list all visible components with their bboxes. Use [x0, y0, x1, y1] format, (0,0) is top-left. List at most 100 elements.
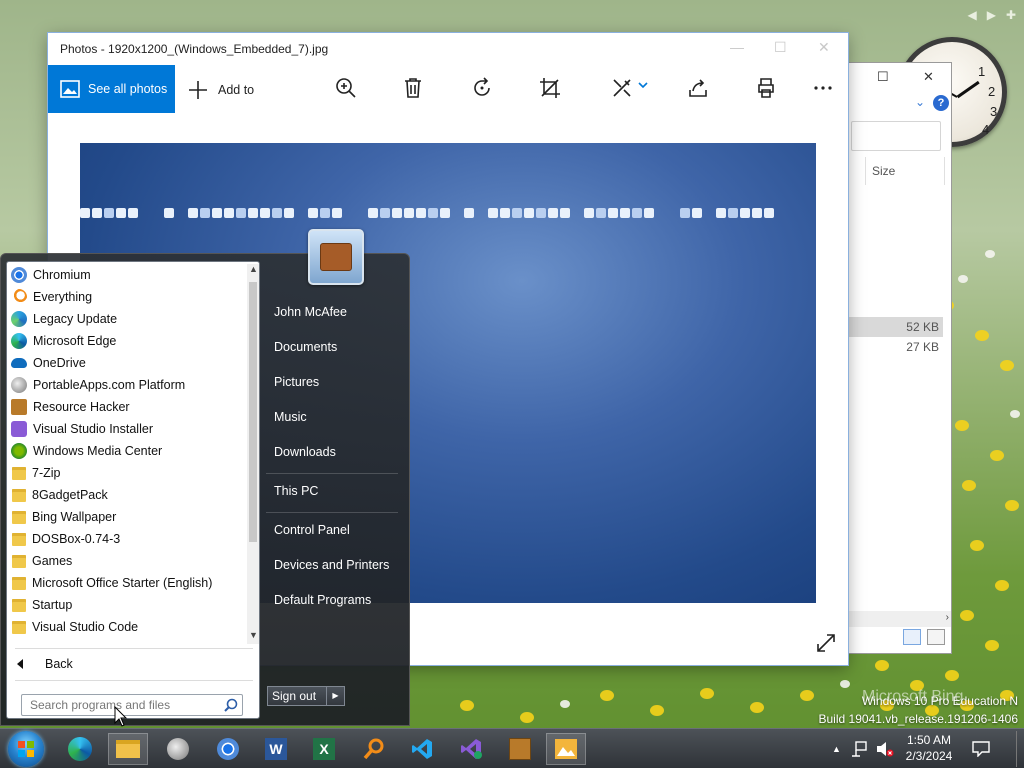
control-panel-link[interactable]: Control Panel — [266, 515, 398, 550]
taskbar-edge[interactable] — [60, 733, 100, 765]
explorer-search-input[interactable] — [851, 121, 941, 151]
more-options-icon[interactable] — [813, 85, 833, 91]
show-desktop-button[interactable] — [1016, 731, 1024, 767]
gadget-prev-icon[interactable]: ◀ — [967, 8, 976, 22]
devices-printers-link[interactable]: Devices and Printers — [266, 550, 398, 585]
close-icon[interactable]: ✕ — [818, 39, 830, 56]
program-item[interactable]: Games — [7, 550, 245, 572]
default-programs-link[interactable]: Default Programs — [266, 585, 398, 620]
vscode-icon — [412, 739, 432, 759]
taskbar: W X ▲ 1:50 AM 2/3/2024 — [0, 728, 1024, 768]
program-item[interactable]: Bing Wallpaper — [7, 506, 245, 528]
taskbar-excel[interactable]: X — [304, 733, 344, 765]
this-pc-link[interactable]: This PC — [266, 476, 398, 511]
downloads-link[interactable]: Downloads — [266, 437, 398, 472]
taskbar-vs-installer[interactable] — [452, 733, 492, 765]
gadget-next-icon[interactable]: ▶ — [987, 8, 996, 22]
file-row[interactable]: 27 KB — [847, 337, 943, 357]
program-item[interactable]: Resource Hacker — [7, 396, 245, 418]
program-item[interactable]: Microsoft Office Starter (English) — [7, 572, 245, 594]
program-item[interactable]: Legacy Update — [7, 308, 245, 330]
show-hidden-icons[interactable]: ▲ — [832, 729, 841, 768]
search-icon[interactable] — [224, 698, 238, 712]
shutdown-options-icon[interactable]: ▶ — [327, 686, 345, 706]
start-button[interactable] — [8, 731, 44, 767]
taskbar-resource-hacker[interactable] — [500, 733, 540, 765]
clock-time: 1:50 AM — [906, 733, 952, 747]
column-header-size[interactable]: Size — [865, 157, 945, 185]
add-to-button[interactable]: Add to — [188, 80, 254, 100]
chevron-down-icon[interactable] — [638, 81, 648, 89]
user-name-link[interactable]: John McAfee — [266, 297, 398, 332]
sign-out-button[interactable]: Sign out — [267, 686, 327, 706]
edit-create-icon[interactable] — [611, 77, 633, 99]
volume-icon[interactable] — [876, 729, 894, 768]
taskbar-portableapps[interactable] — [158, 733, 198, 765]
program-label: Chromium — [33, 268, 91, 282]
crop-icon[interactable] — [539, 77, 561, 99]
program-label: DOSBox-0.74-3 — [32, 532, 121, 546]
delete-icon[interactable] — [403, 77, 423, 99]
scroll-up-icon[interactable]: ▲ — [249, 264, 258, 274]
maximize-icon[interactable]: ☐ — [877, 69, 889, 85]
program-item[interactable]: Visual Studio Installer — [7, 418, 245, 440]
everything-icon — [11, 289, 27, 305]
program-label: Bing Wallpaper — [32, 510, 117, 524]
see-all-photos-button[interactable]: See all photos — [48, 65, 175, 113]
program-item[interactable]: Startup — [7, 594, 245, 616]
notifications-icon[interactable] — [972, 729, 990, 768]
portableapps-icon — [11, 377, 27, 393]
print-icon[interactable] — [755, 77, 777, 99]
program-label: Microsoft Office Starter (English) — [32, 576, 213, 590]
program-item[interactable]: Chromium — [7, 264, 245, 286]
back-button[interactable]: Back — [17, 657, 73, 671]
excel-icon: X — [313, 738, 335, 760]
file-row[interactable]: 52 KB — [847, 317, 943, 337]
program-item[interactable]: DOSBox-0.74-3 — [7, 528, 245, 550]
taskbar-file-explorer[interactable] — [108, 733, 148, 765]
share-icon[interactable] — [687, 77, 709, 99]
maximize-icon[interactable]: ☐ — [774, 39, 787, 56]
chevron-down-icon[interactable]: ⌄ — [915, 95, 925, 109]
program-item[interactable]: Microsoft Edge — [7, 330, 245, 352]
rotate-icon[interactable] — [471, 77, 493, 99]
taskbar-vscode[interactable] — [402, 733, 442, 765]
user-avatar[interactable] — [308, 229, 364, 285]
program-item[interactable]: Everything — [7, 286, 245, 308]
program-item[interactable]: 8GadgetPack — [7, 484, 245, 506]
program-list-scrollbar[interactable]: ▲ ▼ — [247, 264, 259, 644]
large-icons-view-icon[interactable] — [927, 629, 945, 645]
taskbar-everything[interactable] — [354, 733, 394, 765]
chromium-icon — [11, 267, 27, 283]
photos-icon — [555, 739, 577, 759]
program-item[interactable]: PortableApps.com Platform — [7, 374, 245, 396]
music-link[interactable]: Music — [266, 402, 398, 437]
folder-icon — [12, 466, 26, 480]
horizontal-scrollbar[interactable]: › — [847, 611, 951, 627]
minimize-icon[interactable]: — — [730, 39, 744, 55]
documents-link[interactable]: Documents — [266, 332, 398, 367]
help-icon[interactable]: ? — [933, 95, 949, 111]
scrollbar-thumb[interactable] — [249, 282, 257, 542]
scroll-down-icon[interactable]: ▼ — [249, 630, 258, 640]
pictures-link[interactable]: Pictures — [266, 367, 398, 402]
portableapps-icon — [167, 738, 189, 760]
program-item[interactable]: 7-Zip — [7, 462, 245, 484]
search-placeholder: Search programs and files — [30, 698, 171, 712]
file-explorer-window[interactable]: ☐ ✕ ⌄ ? Size 52 KB 27 KB › — [846, 62, 952, 654]
details-view-icon[interactable] — [903, 629, 921, 645]
taskbar-chromium[interactable] — [208, 733, 248, 765]
start-search-input[interactable]: Search programs and files — [21, 694, 243, 716]
gadget-add-icon[interactable]: ✚ — [1006, 8, 1016, 22]
expand-icon[interactable] — [816, 633, 836, 653]
program-item[interactable]: OneDrive — [7, 352, 245, 374]
program-item[interactable]: Windows Media Center — [7, 440, 245, 462]
program-item[interactable]: Visual Studio Code — [7, 616, 245, 638]
taskbar-word[interactable]: W — [256, 733, 296, 765]
program-label: Visual Studio Code — [32, 620, 139, 634]
close-icon[interactable]: ✕ — [923, 69, 934, 85]
zoom-icon[interactable] — [335, 77, 357, 99]
taskbar-clock[interactable]: 1:50 AM 2/3/2024 — [896, 732, 962, 764]
taskbar-photos[interactable] — [546, 733, 586, 765]
network-icon[interactable] — [851, 729, 869, 768]
